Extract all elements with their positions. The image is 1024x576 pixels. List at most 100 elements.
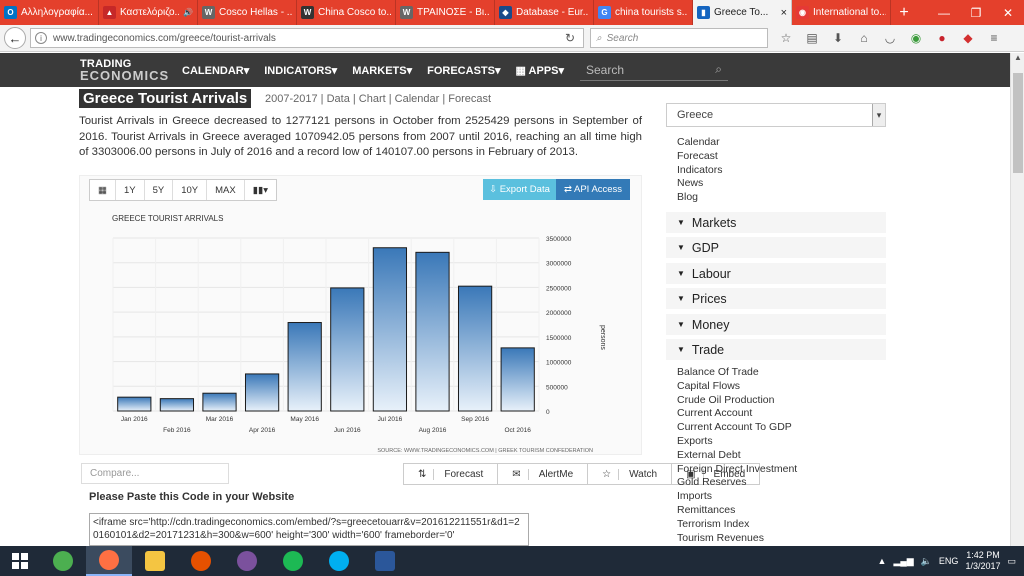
trade-link[interactable]: Gold Reserves xyxy=(677,476,797,490)
taskbar-app[interactable] xyxy=(362,546,408,576)
nav-apps[interactable]: ▦ APPS▾ xyxy=(515,64,564,77)
clock-date: 1/3/2017 xyxy=(965,561,1001,571)
clock[interactable]: 1:42 PM 1/3/2017 xyxy=(965,550,1000,572)
taskbar-app[interactable] xyxy=(178,546,224,576)
trade-link[interactable]: Tourism Revenues xyxy=(677,532,797,546)
bookmark-star-icon[interactable]: ☆ xyxy=(776,28,796,48)
browser-tab[interactable]: W ΤΡΑΙΝΟΣΕ - Βι... xyxy=(396,0,495,25)
scroll-up-icon[interactable]: ▲ xyxy=(1011,53,1024,67)
compare-input[interactable]: Compare... xyxy=(81,463,229,484)
range-1y-button[interactable]: 1Y xyxy=(116,180,145,200)
sidebar-link-forecast[interactable]: Forecast xyxy=(677,150,723,164)
alertme-button[interactable]: ✉ AlertMe xyxy=(498,464,589,484)
tray-expand-icon[interactable]: ▲ xyxy=(878,556,887,566)
embed-code-textarea[interactable]: <iframe src='http://cdn.tradingeconomics… xyxy=(89,513,529,546)
range-5y-button[interactable]: 5Y xyxy=(145,180,174,200)
trade-link[interactable]: Capital Flows xyxy=(677,380,797,394)
forecast-button[interactable]: ⇅ Forecast xyxy=(404,464,499,484)
nav-calendar[interactable]: CALENDAR▾ xyxy=(182,64,249,77)
chevron-down-icon[interactable]: ▾ xyxy=(872,104,885,126)
trade-link[interactable]: Remittances xyxy=(677,504,797,518)
reading-list-icon[interactable]: ▤ xyxy=(802,28,822,48)
taskbar-app[interactable] xyxy=(316,546,362,576)
trade-link[interactable]: External Debt xyxy=(677,449,797,463)
new-tab-button[interactable]: + xyxy=(891,0,917,25)
trade-link[interactable]: Imports xyxy=(677,490,797,504)
browser-search-input[interactable]: ⌕ Search xyxy=(590,28,768,48)
sidebar-section-prices[interactable]: ▼ Prices xyxy=(666,288,886,310)
taskbar-app[interactable] xyxy=(40,546,86,576)
nav-forecasts[interactable]: FORECASTS▾ xyxy=(427,64,500,77)
download-icon[interactable]: ⬇ xyxy=(828,28,848,48)
pinterest-icon[interactable]: ● xyxy=(932,28,952,48)
trade-link[interactable]: Current Account xyxy=(677,407,797,421)
export-data-button[interactable]: ⇩ Export Data xyxy=(483,179,556,200)
taskbar-app[interactable] xyxy=(224,546,270,576)
trade-link[interactable]: Balance Of Trade xyxy=(677,366,797,380)
chart-type-button[interactable]: ▮▮▾ xyxy=(245,180,276,200)
language-indicator[interactable]: ENG xyxy=(939,556,959,566)
browser-tab[interactable]: ▲ Καστελόριζο... 🔊 xyxy=(99,0,198,25)
maximize-icon[interactable]: ❐ xyxy=(960,0,992,25)
country-select[interactable]: Greece ▾ xyxy=(666,103,886,127)
browser-tab[interactable]: O Αλληλογραφία... xyxy=(0,0,99,25)
search-icon[interactable]: ⌕ xyxy=(715,62,722,77)
sidebar-link-news[interactable]: News xyxy=(677,177,723,191)
sidebar-link-indicators[interactable]: Indicators xyxy=(677,164,723,178)
browser-tab[interactable]: W China Cosco to... xyxy=(297,0,396,25)
nav-markets[interactable]: MARKETS▾ xyxy=(352,64,412,77)
sidebar-link-calendar[interactable]: Calendar xyxy=(677,136,723,150)
sidebar-section-trade[interactable]: ▼ Trade xyxy=(666,339,886,361)
adblock-icon[interactable]: ◆ xyxy=(958,28,978,48)
browser-tab[interactable]: W Cosco Hellas - ... xyxy=(198,0,297,25)
windows-start-button[interactable] xyxy=(0,546,40,576)
page-scrollbar[interactable]: ▲ xyxy=(1010,53,1024,546)
page-subnav[interactable]: 2007-2017 | Data | Chart | Calendar | Fo… xyxy=(265,93,491,105)
calendar-range-button[interactable]: ▦ xyxy=(90,180,116,200)
sidebar-section-labour[interactable]: ▼ Labour xyxy=(666,263,886,285)
x-tick-label: Feb 2016 xyxy=(163,427,191,434)
trade-link[interactable]: Exports xyxy=(677,435,797,449)
browser-tab[interactable]: Gchina tourists s... xyxy=(594,0,693,25)
back-button[interactable]: ← xyxy=(4,27,26,49)
trade-link[interactable]: Foreign Direct Investment xyxy=(677,463,797,477)
nav-indicators[interactable]: INDICATORS▾ xyxy=(264,64,337,77)
notification-icon[interactable]: ▭ xyxy=(1007,556,1016,567)
watch-button[interactable]: ☆ Watch xyxy=(588,464,673,484)
volume-icon[interactable]: 🔈 xyxy=(921,556,932,567)
reload-icon[interactable]: ↻ xyxy=(565,31,575,45)
address-bar[interactable]: i www.tradingeconomics.com/greece/touris… xyxy=(30,28,584,48)
home-icon[interactable]: ⌂ xyxy=(854,28,874,48)
range-10y-button[interactable]: 10Y xyxy=(173,180,208,200)
close-icon[interactable]: ✕ xyxy=(992,0,1024,25)
scrollbar-thumb[interactable] xyxy=(1013,73,1023,173)
site-logo[interactable]: TRADING ECONOMICS xyxy=(80,58,169,82)
close-tab-icon[interactable]: × xyxy=(781,7,787,19)
site-search-input[interactable]: Search ⌕ xyxy=(580,59,728,81)
extension-icon[interactable]: ◉ xyxy=(906,28,926,48)
taskbar-app[interactable] xyxy=(270,546,316,576)
taskbar-app[interactable] xyxy=(132,546,178,576)
trade-link[interactable]: Current Account To GDP xyxy=(677,421,797,435)
browser-tab[interactable]: ▮ Greece To... × xyxy=(693,0,792,25)
taskbar-app[interactable] xyxy=(86,546,132,576)
sidebar-section-gdp[interactable]: ▼ GDP xyxy=(666,237,886,259)
api-access-button[interactable]: ⇄ API Access xyxy=(556,179,630,200)
trade-link[interactable]: Crude Oil Production xyxy=(677,394,797,408)
sidebar-link-blog[interactable]: Blog xyxy=(677,191,723,205)
site-header: TRADING ECONOMICS CALENDAR▾ INDICATORS▾ … xyxy=(0,53,1010,87)
sidebar-section-money[interactable]: ▼ Money xyxy=(666,314,886,336)
minimize-icon[interactable]: — xyxy=(928,0,960,25)
sidebar-section-markets[interactable]: ▼ Markets xyxy=(666,212,886,234)
network-icon[interactable]: ▂▄▆ xyxy=(893,556,913,567)
chart-title: GREECE TOURIST ARRIVALS xyxy=(112,214,223,223)
browser-tab[interactable]: ◆ Database - Eur... xyxy=(495,0,594,25)
browser-tab[interactable]: ◉ International to... xyxy=(792,0,891,25)
info-icon[interactable]: i xyxy=(35,32,47,44)
menu-icon[interactable]: ≡ xyxy=(984,28,1004,48)
tab-title: International to... xyxy=(813,7,886,18)
range-max-button[interactable]: MAX xyxy=(207,180,245,200)
trade-link[interactable]: Terrorism Index xyxy=(677,518,797,532)
y-tick-label: 3000000 xyxy=(546,261,572,268)
pocket-icon[interactable]: ◡ xyxy=(880,28,900,48)
